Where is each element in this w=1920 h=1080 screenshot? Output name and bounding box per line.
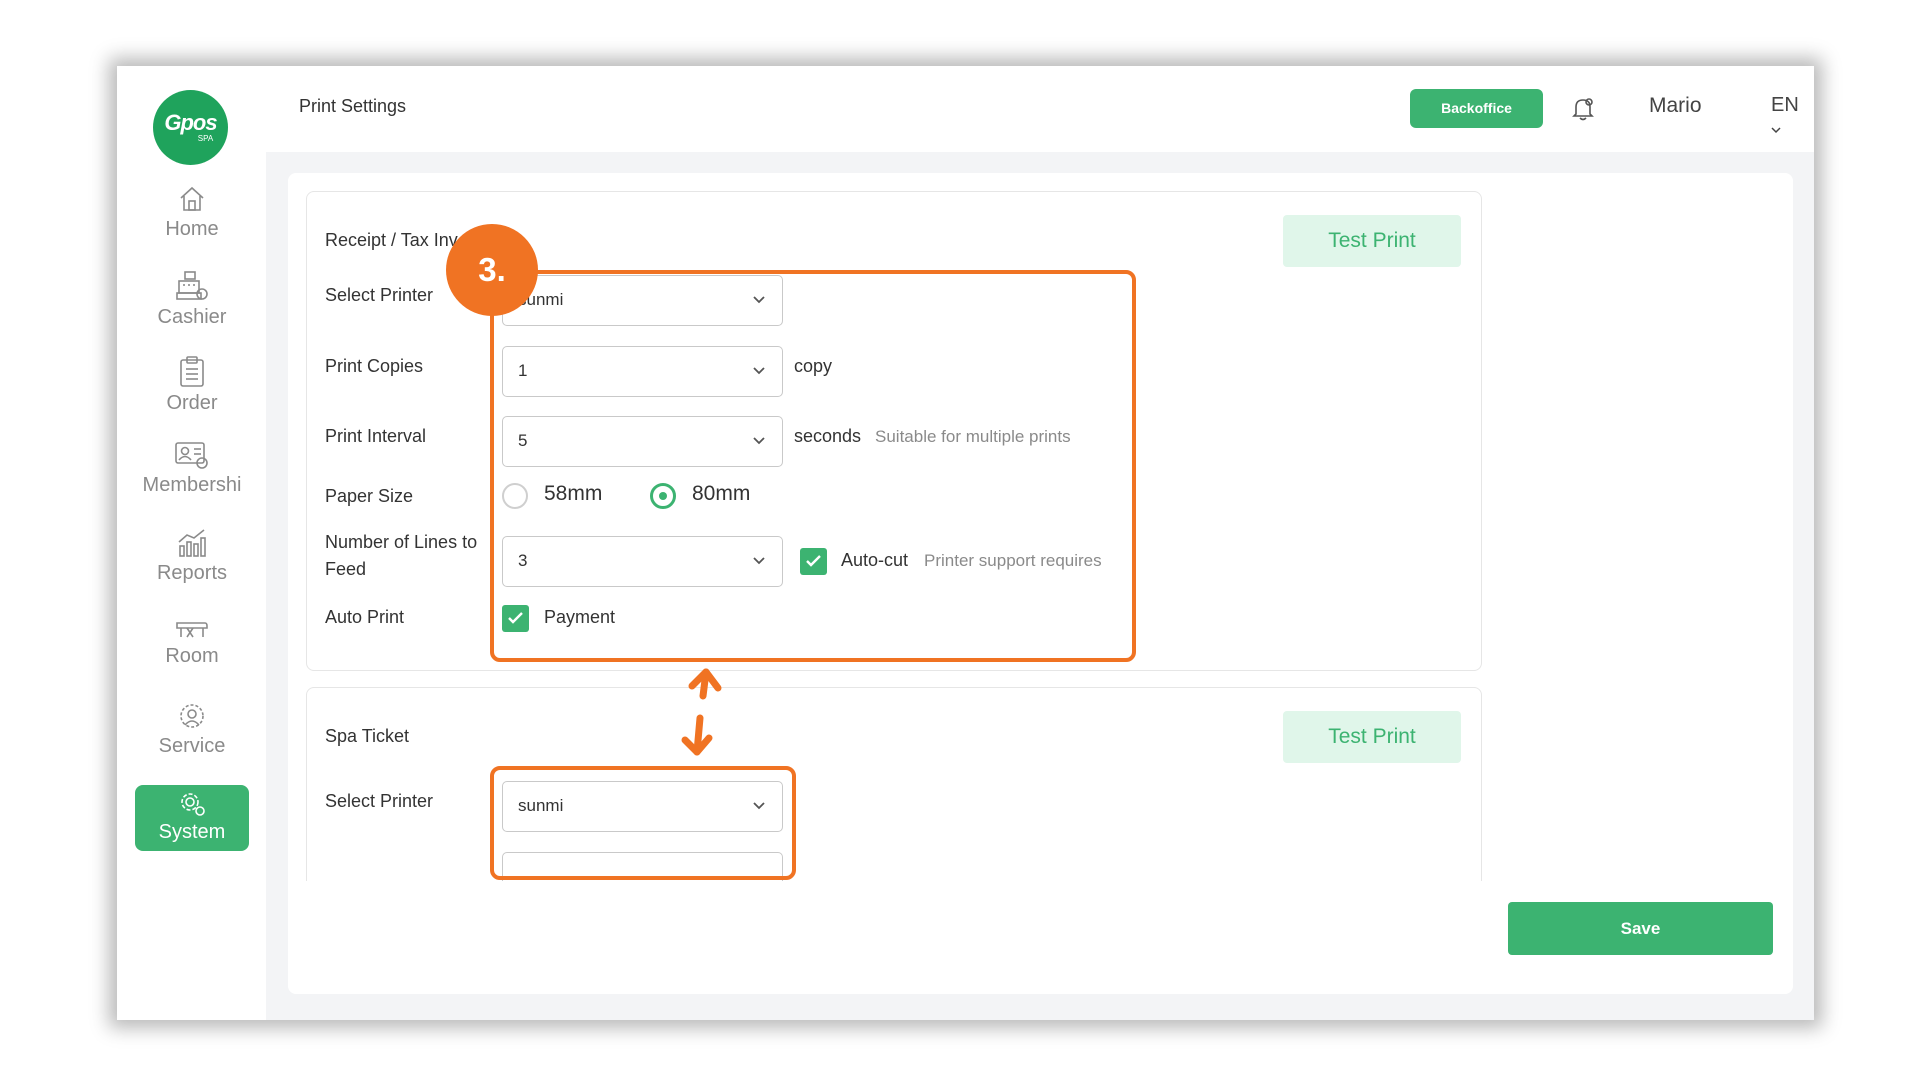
language-label: EN bbox=[1771, 94, 1799, 116]
sidebar-item-order[interactable]: Order bbox=[135, 356, 249, 422]
sidebar-item-label: Cashier bbox=[157, 306, 227, 328]
select-printer-label: Select Printer bbox=[325, 285, 434, 305]
bell-icon[interactable] bbox=[1571, 96, 1595, 122]
paper-size-label: Paper Size bbox=[325, 486, 414, 506]
app-logo[interactable]: Gpos SPA bbox=[153, 90, 228, 165]
sidebar-item-label: Reports bbox=[156, 562, 228, 584]
backoffice-button[interactable]: Backoffice bbox=[1410, 89, 1543, 128]
feed-lines-label-line2: Feed bbox=[325, 559, 367, 579]
sidebar-item-label: System bbox=[158, 821, 226, 843]
print-interval-label: Print Interval bbox=[325, 426, 427, 446]
spa-ticket-title: Spa Ticket bbox=[325, 726, 410, 746]
sidebar-item-home[interactable]: Home bbox=[135, 184, 249, 250]
language-selector[interactable]: EN bbox=[1771, 94, 1814, 140]
save-button[interactable]: Save bbox=[1508, 902, 1773, 955]
sidebar-item-system[interactable]: System bbox=[135, 785, 249, 851]
double-arrow-icon bbox=[681, 668, 722, 756]
sidebar-item-reports[interactable]: Reports bbox=[135, 528, 249, 594]
sidebar-item-label: Order bbox=[166, 392, 218, 414]
clipboard-icon bbox=[180, 356, 204, 387]
sidebar-item-label: Service bbox=[158, 735, 226, 757]
spa-ticket-card: Spa Ticket Test Print Select Printer sun… bbox=[306, 687, 1482, 881]
top-header: Print Settings Backoffice Mario EN bbox=[266, 66, 1814, 152]
chart-icon bbox=[178, 529, 206, 557]
sidebar-item-label: Room bbox=[165, 645, 219, 667]
receipt-card-title: Receipt / Tax Inv bbox=[325, 230, 458, 250]
massage-bed-icon bbox=[176, 622, 208, 638]
feed-lines-label-line1: Number of Lines to bbox=[325, 532, 478, 552]
sidebar-item-cashier[interactable]: Cashier bbox=[135, 270, 249, 336]
sidebar-item-room[interactable]: Room bbox=[135, 615, 249, 681]
sidebar-item-membership[interactable]: Membershi bbox=[135, 440, 249, 506]
select-printer-label: Select Printer bbox=[325, 791, 434, 811]
sidebar-item-label: Home bbox=[165, 218, 219, 240]
auto-print-label: Auto Print bbox=[325, 607, 405, 627]
sidebar: Gpos SPA Home Cashier Order Membershi Re… bbox=[117, 66, 266, 1020]
gear-icon bbox=[181, 793, 205, 816]
highlight-spa-ticket-printer bbox=[490, 766, 796, 880]
page-title: Print Settings bbox=[299, 96, 407, 116]
member-card-icon bbox=[175, 442, 208, 469]
chevron-down-icon bbox=[1771, 127, 1781, 134]
service-icon bbox=[180, 704, 204, 728]
home-icon bbox=[180, 186, 204, 211]
print-copies-label: Print Copies bbox=[325, 356, 424, 376]
receipt-test-print-button[interactable]: Test Print bbox=[1283, 215, 1461, 267]
feed-lines-label: Number of Lines to Feed bbox=[325, 529, 477, 583]
spa-ticket-test-print-button[interactable]: Test Print bbox=[1283, 711, 1461, 763]
logo-main-text: Gpos bbox=[164, 110, 217, 135]
user-name[interactable]: Mario bbox=[1649, 94, 1702, 118]
cash-register-icon bbox=[176, 271, 208, 300]
highlight-receipt-settings bbox=[490, 270, 1136, 662]
sidebar-item-label: Membershi bbox=[142, 474, 242, 496]
step-number-badge: 3. bbox=[446, 224, 538, 316]
sidebar-item-service[interactable]: Service bbox=[135, 701, 249, 767]
